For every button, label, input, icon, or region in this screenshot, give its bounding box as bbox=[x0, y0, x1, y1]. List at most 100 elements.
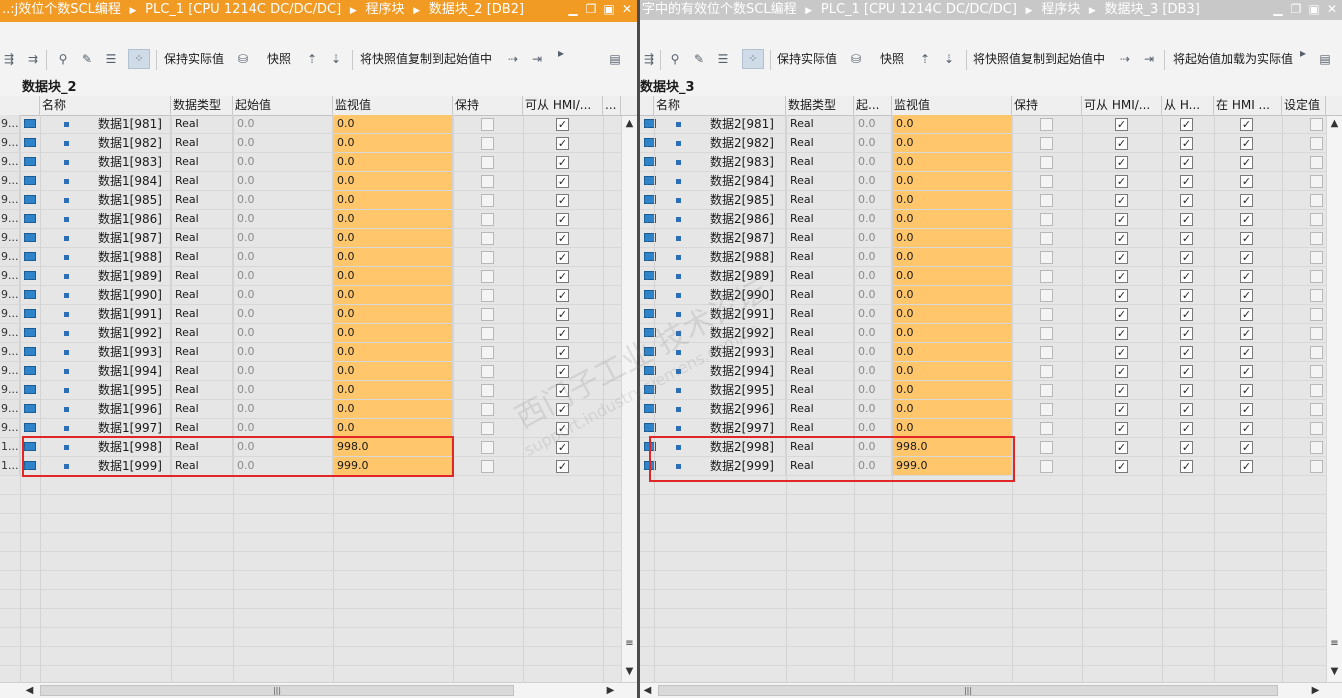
hmi-writeable-checkbox[interactable]: ✓ bbox=[1240, 441, 1253, 454]
snapshot-button[interactable]: 快照 bbox=[267, 49, 291, 69]
tag-start-value[interactable]: 0.0 bbox=[854, 191, 892, 209]
tag-monitor-value[interactable]: 0.0 bbox=[892, 134, 1012, 152]
load-start-icon[interactable]: ⇢ bbox=[504, 51, 522, 67]
header-more[interactable]: ... bbox=[603, 96, 621, 115]
tag-name[interactable]: 数据2[996] bbox=[654, 400, 786, 418]
tag-monitor-value[interactable]: 0.0 bbox=[333, 419, 453, 437]
retain-checkbox[interactable] bbox=[1040, 289, 1053, 302]
retain-checkbox[interactable] bbox=[481, 175, 494, 188]
tag-datatype[interactable]: Real bbox=[786, 343, 854, 361]
restore-icon[interactable]: ❐ bbox=[1288, 0, 1304, 20]
tag-start-value[interactable]: 0.0 bbox=[233, 172, 333, 190]
copy-snapshot-button[interactable]: 将快照值复制到起始值中 bbox=[360, 49, 492, 69]
tag-datatype[interactable]: Real bbox=[171, 400, 233, 418]
tag-datatype[interactable]: Real bbox=[171, 381, 233, 399]
hmi-accessible-checkbox[interactable]: ✓ bbox=[1115, 213, 1128, 226]
hmi-accessible-checkbox[interactable]: ✓ bbox=[556, 403, 569, 416]
setpoint-checkbox[interactable] bbox=[1310, 213, 1323, 226]
table-row[interactable]: 数据2[999] Real 0.0 999.0 ✓ ✓ ✓ bbox=[640, 457, 1342, 476]
hmi-visible-checkbox[interactable]: ✓ bbox=[1180, 441, 1193, 454]
tag-name[interactable]: 数据2[997] bbox=[654, 419, 786, 437]
header-from-hmi[interactable]: 从 H... bbox=[1162, 96, 1214, 115]
hmi-writeable-checkbox[interactable]: ✓ bbox=[1240, 422, 1253, 435]
table-row[interactable]: 9... 数据1[982] Real 0.0 0.0 ✓ bbox=[0, 134, 637, 153]
hmi-accessible-checkbox[interactable]: ✓ bbox=[556, 289, 569, 302]
float-icon[interactable]: ▣ bbox=[601, 0, 617, 20]
hmi-accessible-checkbox[interactable]: ✓ bbox=[556, 384, 569, 397]
setpoint-checkbox[interactable] bbox=[1310, 194, 1323, 207]
retain-checkbox[interactable] bbox=[481, 194, 494, 207]
header-hmi[interactable]: 可从 HMI/... bbox=[1082, 96, 1162, 115]
tag-datatype[interactable]: Real bbox=[171, 248, 233, 266]
hmi-writeable-checkbox[interactable]: ✓ bbox=[1240, 460, 1253, 473]
breadcrumb-plc[interactable]: PLC_1 [CPU 1214C DC/DC/DC] bbox=[145, 2, 341, 17]
table-row[interactable]: 9... 数据1[985] Real 0.0 0.0 ✓ bbox=[0, 191, 637, 210]
hmi-visible-checkbox[interactable]: ✓ bbox=[1180, 422, 1193, 435]
hmi-accessible-checkbox[interactable]: ✓ bbox=[556, 213, 569, 226]
tag-datatype[interactable]: Real bbox=[786, 381, 854, 399]
tag-start-value[interactable]: 0.0 bbox=[233, 381, 333, 399]
hmi-accessible-checkbox[interactable]: ✓ bbox=[1115, 194, 1128, 207]
snapshot-db-icon[interactable]: ⛁ bbox=[234, 51, 252, 67]
retain-checkbox[interactable] bbox=[481, 213, 494, 226]
hmi-accessible-checkbox[interactable]: ✓ bbox=[1115, 251, 1128, 264]
load-start-as-actual-button[interactable]: 将起始值加载为实际值 bbox=[1173, 49, 1293, 69]
scroll-left-icon[interactable]: ◀ bbox=[22, 683, 37, 698]
tag-monitor-value[interactable]: 0.0 bbox=[333, 362, 453, 380]
tag-monitor-value[interactable]: 0.0 bbox=[333, 286, 453, 304]
tag-datatype[interactable]: Real bbox=[786, 324, 854, 342]
tag-start-value[interactable]: 0.0 bbox=[854, 229, 892, 247]
toolbar-overflow-icon[interactable]: ▸ bbox=[552, 45, 570, 61]
tag-monitor-value[interactable]: 0.0 bbox=[892, 381, 1012, 399]
tag-start-value[interactable]: 0.0 bbox=[854, 172, 892, 190]
table-row[interactable]: 9... 数据1[984] Real 0.0 0.0 ✓ bbox=[0, 172, 637, 191]
vertical-scrollbar[interactable]: ▲ ≡ ▼ bbox=[1326, 116, 1342, 682]
keep-actual-button[interactable]: 保持实际值 bbox=[777, 49, 837, 69]
retain-checkbox[interactable] bbox=[1040, 308, 1053, 321]
hmi-accessible-checkbox[interactable]: ✓ bbox=[556, 251, 569, 264]
tag-start-value[interactable]: 0.0 bbox=[854, 210, 892, 228]
hmi-writeable-checkbox[interactable]: ✓ bbox=[1240, 289, 1253, 302]
hmi-visible-checkbox[interactable]: ✓ bbox=[1180, 460, 1193, 473]
retain-checkbox[interactable] bbox=[1040, 213, 1053, 226]
setpoint-checkbox[interactable] bbox=[1310, 441, 1323, 454]
scroll-up-icon[interactable]: ▲ bbox=[1327, 116, 1342, 132]
table-row[interactable]: 数据2[982] Real 0.0 0.0 ✓ ✓ ✓ bbox=[640, 134, 1342, 153]
retain-checkbox[interactable] bbox=[1040, 137, 1053, 150]
hmi-writeable-checkbox[interactable]: ✓ bbox=[1240, 365, 1253, 378]
retain-checkbox[interactable] bbox=[1040, 175, 1053, 188]
tag-name[interactable]: 数据1[992] bbox=[40, 324, 171, 342]
setpoint-checkbox[interactable] bbox=[1310, 346, 1323, 359]
tag-datatype[interactable]: Real bbox=[786, 457, 854, 475]
hmi-writeable-checkbox[interactable]: ✓ bbox=[1240, 232, 1253, 245]
tag-datatype[interactable]: Real bbox=[786, 191, 854, 209]
tag-name[interactable]: 数据1[998] bbox=[40, 438, 171, 456]
retain-checkbox[interactable] bbox=[1040, 270, 1053, 283]
tag-start-value[interactable]: 0.0 bbox=[233, 286, 333, 304]
hmi-accessible-checkbox[interactable]: ✓ bbox=[556, 270, 569, 283]
tag-start-value[interactable]: 0.0 bbox=[854, 324, 892, 342]
tag-start-value[interactable]: 0.0 bbox=[854, 267, 892, 285]
tag-start-value[interactable]: 0.0 bbox=[233, 438, 333, 456]
retain-checkbox[interactable] bbox=[481, 308, 494, 321]
hmi-visible-checkbox[interactable]: ✓ bbox=[1180, 137, 1193, 150]
tag-name[interactable]: 数据2[992] bbox=[654, 324, 786, 342]
table-row[interactable]: 数据2[987] Real 0.0 0.0 ✓ ✓ ✓ bbox=[640, 229, 1342, 248]
monitor-up-icon[interactable]: ⇡ bbox=[916, 51, 934, 67]
hmi-writeable-checkbox[interactable]: ✓ bbox=[1240, 251, 1253, 264]
tag-monitor-value[interactable]: 0.0 bbox=[333, 400, 453, 418]
hmi-accessible-checkbox[interactable]: ✓ bbox=[1115, 308, 1128, 321]
retain-checkbox[interactable] bbox=[1040, 460, 1053, 473]
table-row[interactable]: 9... 数据1[990] Real 0.0 0.0 ✓ bbox=[0, 286, 637, 305]
retain-checkbox[interactable] bbox=[481, 118, 494, 131]
hmi-writeable-checkbox[interactable]: ✓ bbox=[1240, 327, 1253, 340]
table-row[interactable]: 1... 数据1[999] Real 0.0 999.0 ✓ bbox=[0, 457, 637, 476]
tag-name[interactable]: 数据1[996] bbox=[40, 400, 171, 418]
hmi-accessible-checkbox[interactable]: ✓ bbox=[1115, 365, 1128, 378]
tag-monitor-value[interactable]: 0.0 bbox=[333, 210, 453, 228]
edit-icon[interactable]: ✎ bbox=[690, 51, 708, 67]
scroll-down-icon[interactable]: ▼ bbox=[622, 664, 637, 680]
tag-name[interactable]: 数据2[989] bbox=[654, 267, 786, 285]
retain-checkbox[interactable] bbox=[481, 384, 494, 397]
monitor-down-icon[interactable]: ⇣ bbox=[327, 51, 345, 67]
